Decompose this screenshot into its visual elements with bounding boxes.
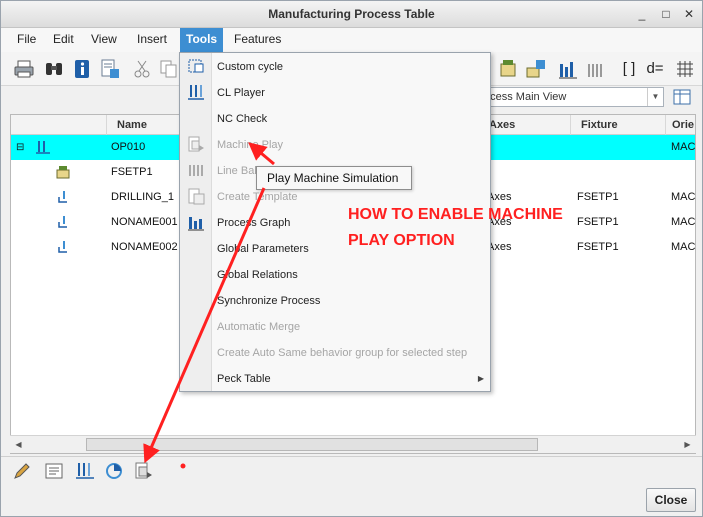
row-name: NONAME001 [111, 216, 178, 228]
row-orientation: MACH [671, 191, 696, 203]
horizontal-scrollbar[interactable]: ◀ ▶ [10, 435, 696, 453]
cl-player-icon[interactable] [74, 460, 96, 482]
close-window-button[interactable]: ✕ [680, 6, 698, 23]
menu-item-automatic-merge[interactable]: Automatic Merge [180, 314, 490, 340]
menu-item-label: Custom cycle [217, 61, 284, 73]
close-button[interactable]: Close [646, 488, 696, 512]
menu-features[interactable]: Features [228, 28, 287, 52]
menu-edit[interactable]: Edit [47, 28, 80, 52]
menu-item-label: Synchronize Process [217, 295, 321, 307]
print-icon[interactable] [13, 58, 35, 80]
scroll-right-arrow[interactable]: ▶ [680, 437, 695, 452]
copy-icon[interactable] [158, 58, 180, 80]
menu-item-create-auto-same-group[interactable]: Create Auto Same behavior group for sele… [180, 340, 490, 366]
row-name: NONAME002 [111, 241, 178, 253]
annotation-line-1: HOW TO ENABLE MACHINE [348, 206, 563, 223]
row-orientation: MACH [671, 216, 696, 228]
chart-gray-icon[interactable] [585, 58, 607, 80]
drill-step-icon [58, 241, 67, 253]
drill-step-icon [58, 216, 67, 228]
properties-icon[interactable] [99, 58, 121, 80]
menu-item-synchronize-process[interactable]: Synchronize Process [180, 288, 490, 314]
table-columns-icon[interactable] [672, 87, 692, 107]
edit-pencil-icon[interactable] [11, 460, 33, 482]
maximize-button[interactable]: □ [657, 6, 675, 23]
column-header-orientation[interactable]: Orie [666, 115, 695, 135]
process-graph-icon[interactable] [103, 460, 125, 482]
tooltip: Play Machine Simulation [256, 166, 412, 190]
menu-file[interactable]: File [11, 28, 42, 52]
menu-item-label: Automatic Merge [217, 321, 301, 333]
fixture-setup-icon [56, 166, 70, 179]
collapse-toggle[interactable]: ⊟ [16, 135, 24, 160]
operation-icon [36, 141, 50, 154]
view-select[interactable]: ocess Main View ▼ [471, 87, 664, 107]
chevron-down-icon[interactable]: ▼ [647, 88, 663, 106]
machine-play-icon [188, 136, 204, 152]
menu-item-label: NC Check [217, 113, 268, 125]
custom-cycle-icon [188, 59, 204, 73]
row-orientation: MACH [671, 141, 696, 153]
column-header-tree [11, 115, 107, 135]
scroll-left-arrow[interactable]: ◀ [11, 437, 26, 452]
cl-player-icon [188, 85, 204, 100]
grid-icon[interactable] [674, 58, 696, 80]
row-name: FSETP1 [111, 166, 153, 178]
line-balance-icon [189, 165, 203, 176]
menu-bar: File Edit View Insert Tools Features [1, 28, 702, 52]
menu-item-peck-table[interactable]: Peck Table ▶ [180, 366, 490, 392]
menu-item-cl-player[interactable]: CL Player [180, 80, 490, 106]
window-title: Manufacturing Process Table [268, 7, 435, 21]
title-bar: Manufacturing Process Table _ □ ✕ [1, 1, 702, 28]
submenu-arrow-icon: ▶ [477, 374, 484, 383]
annotation-line-2: PLAY OPTION [348, 232, 455, 249]
template-icon [188, 188, 205, 205]
menu-item-label: Process Graph [217, 217, 291, 229]
chart-icon[interactable] [557, 58, 579, 80]
workcell-icon[interactable] [525, 58, 547, 80]
row-name: OP010 [111, 141, 146, 153]
scroll-thumb[interactable] [86, 438, 538, 451]
process-graph-icon [188, 217, 204, 231]
bottom-toolbar [1, 456, 702, 484]
menu-item-label: Global Relations [217, 269, 298, 281]
brackets-icon[interactable]: [ ] [618, 58, 640, 80]
column-header-axes[interactable]: Axes [481, 115, 571, 135]
menu-item-label: Create Auto Same behavior group for sele… [217, 347, 468, 359]
row-name: DRILLING_1 [111, 191, 174, 203]
menu-item-label: Machine Play [217, 139, 284, 151]
menu-item-label: Peck Table [217, 373, 271, 385]
fixture-icon[interactable] [497, 58, 519, 80]
equals-icon[interactable]: d= [644, 58, 666, 80]
menu-tools[interactable]: Tools [180, 28, 224, 52]
row-orientation: MACH [671, 241, 696, 253]
menu-item-custom-cycle[interactable]: Custom cycle [180, 54, 490, 80]
menu-item-nc-check[interactable]: NC Check [180, 106, 490, 132]
view-select-value: ocess Main View [484, 91, 567, 103]
menu-insert[interactable]: Insert [131, 28, 173, 52]
drill-step-icon [58, 191, 67, 203]
menu-view[interactable]: View [85, 28, 123, 52]
cut-icon[interactable] [131, 58, 153, 80]
find-icon[interactable] [43, 58, 65, 80]
machine-play-icon[interactable] [132, 460, 154, 482]
notes-icon[interactable] [43, 460, 65, 482]
info-icon[interactable] [71, 58, 93, 80]
column-header-fixture[interactable]: Fixture [571, 115, 666, 135]
menu-item-label: CL Player [217, 87, 265, 99]
menu-item-global-relations[interactable]: Global Relations [180, 262, 490, 288]
annotation-text: HOW TO ENABLE MACHINE PLAY OPTION [348, 202, 610, 254]
menu-item-machine-play[interactable]: Machine Play [180, 132, 490, 158]
menu-item-label: Global Parameters [217, 243, 309, 255]
minimize-button[interactable]: _ [633, 6, 651, 23]
